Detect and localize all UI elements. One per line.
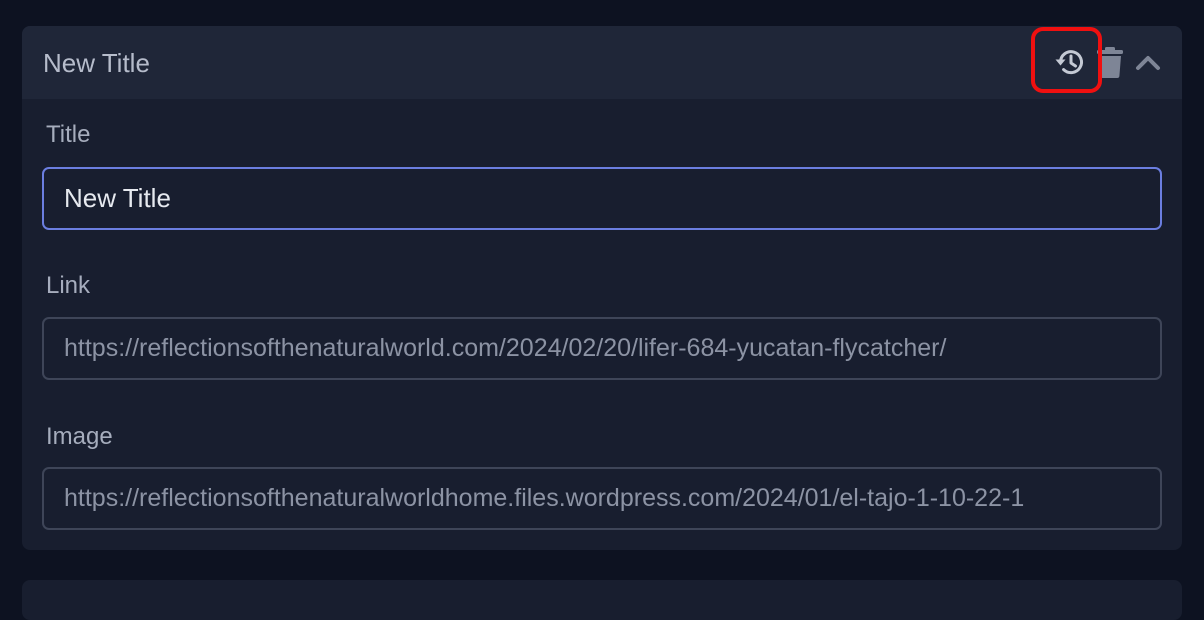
title-label: Title (46, 121, 91, 148)
panel-title: New Title (43, 48, 150, 78)
link-label: Link (46, 272, 91, 299)
chevron-up-icon[interactable] (1134, 50, 1162, 74)
panel-header[interactable]: New Title (22, 26, 1182, 99)
image-input[interactable] (42, 467, 1162, 530)
next-item-panel (22, 580, 1182, 620)
link-input[interactable] (42, 317, 1162, 380)
history-highlight (1031, 27, 1102, 93)
title-input[interactable] (42, 167, 1162, 230)
image-label: Image (46, 423, 113, 450)
item-editor-panel: New Title Title Link Image (22, 26, 1182, 550)
